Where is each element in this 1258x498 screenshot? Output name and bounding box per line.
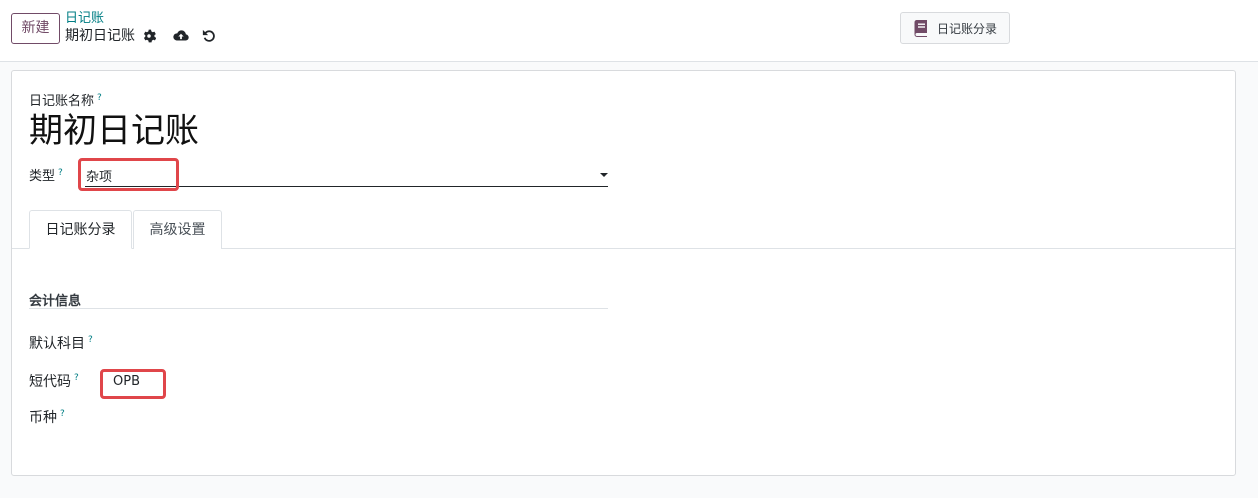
journal-name-label-text: 日记账名称 bbox=[29, 94, 95, 109]
help-tooltip-icon[interactable]: ? bbox=[88, 335, 93, 345]
help-tooltip-icon[interactable]: ? bbox=[58, 168, 63, 178]
short-code-label-text: 短代码 bbox=[29, 374, 71, 390]
new-button[interactable]: 新建 bbox=[11, 13, 60, 44]
gear-icon[interactable] bbox=[140, 27, 158, 45]
default-account-label-text: 默认科目 bbox=[29, 336, 85, 352]
control-panel: 新建 日记账 期初日记账 日记账分录 bbox=[0, 0, 1258, 62]
journal-name-label: 日记账名称? bbox=[29, 90, 102, 109]
section-title: 会计信息 bbox=[29, 294, 82, 309]
undo-icon[interactable] bbox=[200, 27, 218, 45]
caret-down-icon bbox=[600, 173, 608, 177]
highlight-box bbox=[78, 158, 179, 191]
help-tooltip-icon[interactable]: ? bbox=[60, 409, 65, 419]
book-icon bbox=[913, 19, 931, 37]
type-label: 类型? bbox=[29, 165, 63, 184]
smart-button-label: 日记账分录 bbox=[937, 21, 998, 36]
journal-name-field[interactable]: 期初日记账 bbox=[29, 109, 199, 153]
highlight-box bbox=[100, 369, 166, 399]
breadcrumb-current: 期初日记账 bbox=[65, 28, 135, 44]
short-code-label: 短代码? bbox=[29, 371, 79, 391]
default-account-label: 默认科目? bbox=[29, 333, 93, 353]
section-divider bbox=[29, 308, 608, 309]
help-tooltip-icon[interactable]: ? bbox=[97, 93, 102, 103]
help-tooltip-icon[interactable]: ? bbox=[74, 373, 79, 383]
currency-label-text: 币种 bbox=[29, 410, 57, 426]
journal-entries-smart-button[interactable]: 日记账分录 bbox=[900, 12, 1010, 44]
type-label-text: 类型 bbox=[29, 169, 56, 184]
tab-journal-entries[interactable]: 日记账分录 bbox=[29, 210, 132, 249]
form-sheet: 日记账名称? 期初日记账 类型? 杂项 日记账分录 高级设置 会计信息 默认科目… bbox=[11, 70, 1236, 476]
currency-label: 币种? bbox=[29, 407, 65, 427]
cloud-upload-icon[interactable] bbox=[172, 27, 190, 45]
tab-advanced-settings[interactable]: 高级设置 bbox=[133, 210, 222, 249]
breadcrumb-parent-link[interactable]: 日记账 bbox=[65, 11, 104, 27]
